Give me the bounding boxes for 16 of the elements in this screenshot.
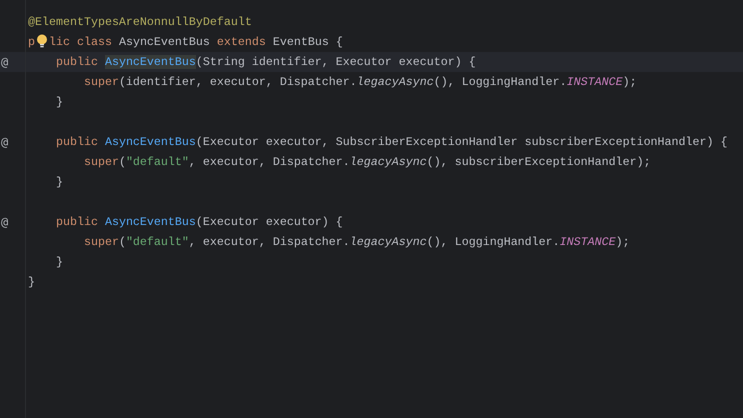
code-line: public AsyncEventBus(Executor executor, SubscriberExceptionHandler subscriberExceptionHandler) { [54,134,728,151]
lightbulb-icon[interactable] [36,34,48,48]
code-line: public AsyncEventBus(String identifier, Executor executor) { [54,54,476,71]
code-line: p lic class AsyncEventBus extends EventBus { [28,33,343,51]
code-line: super("default", executor, Dispatcher.legacyAsync(), LoggingHandler.INSTANCE); [82,234,630,251]
gutter-marker[interactable]: @ [0,215,28,229]
gutter-marker[interactable]: @ [0,55,28,69]
code-line: super("default", executor, Dispatcher.legacyAsync(), subscriberExceptionHandler); [82,154,651,171]
code-line: @ElementTypesAreNonnullByDefault [28,14,252,31]
code-line: } [54,94,63,111]
code-line: } [28,274,35,291]
code-line: } [54,254,63,271]
code-line: super(identifier, executor, Dispatcher.legacyAsync(), LoggingHandler.INSTANCE); [82,74,637,91]
gutter-marker[interactable]: @ [0,135,28,149]
code-line: public AsyncEventBus(Executor executor) { [54,214,343,231]
code-line: } [54,174,63,191]
